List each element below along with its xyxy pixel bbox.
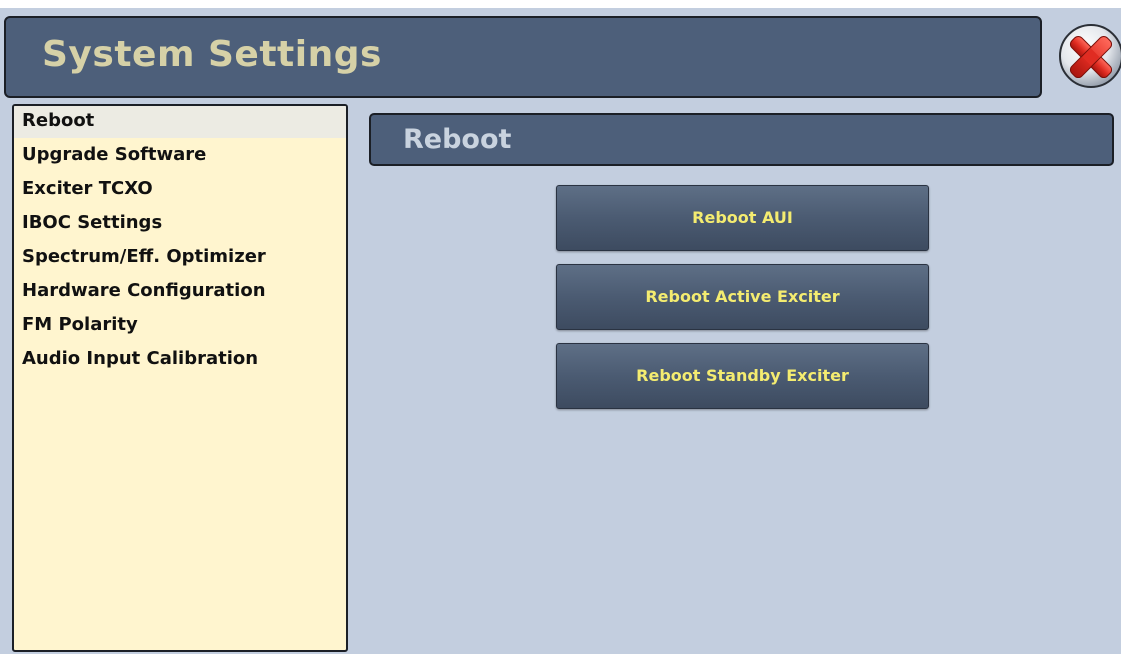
reboot-standby-exciter-button[interactable]: Reboot Standby Exciter bbox=[556, 343, 929, 409]
sidebar-item-spectrum-optimizer[interactable]: Spectrum/Eff. Optimizer bbox=[14, 240, 346, 274]
settings-screen: System Settings Reboot Upgrade Software … bbox=[0, 8, 1121, 654]
sidebar-item-fm-polarity[interactable]: FM Polarity bbox=[14, 308, 346, 342]
close-button[interactable] bbox=[1057, 18, 1121, 92]
panel-title: Reboot bbox=[403, 124, 512, 155]
sidebar-item-hardware-configuration[interactable]: Hardware Configuration bbox=[14, 274, 346, 308]
page-title: System Settings bbox=[42, 34, 382, 75]
sidebar-item-exciter-tcxo[interactable]: Exciter TCXO bbox=[14, 172, 346, 206]
sidebar-item-upgrade-software[interactable]: Upgrade Software bbox=[14, 138, 346, 172]
title-bar: System Settings bbox=[4, 16, 1042, 98]
sidebar-item-audio-input-calibration[interactable]: Audio Input Calibration bbox=[14, 342, 346, 376]
sidebar-item-iboc-settings[interactable]: IBOC Settings bbox=[14, 206, 346, 240]
settings-menu-list: Reboot Upgrade Software Exciter TCXO IBO… bbox=[14, 106, 346, 376]
close-icon bbox=[1059, 24, 1121, 88]
sidebar-item-reboot[interactable]: Reboot bbox=[14, 106, 346, 138]
reboot-aui-button[interactable]: Reboot AUI bbox=[556, 185, 929, 251]
settings-menu: Reboot Upgrade Software Exciter TCXO IBO… bbox=[12, 104, 348, 652]
panel-header: Reboot bbox=[369, 113, 1114, 166]
reboot-active-exciter-button[interactable]: Reboot Active Exciter bbox=[556, 264, 929, 330]
